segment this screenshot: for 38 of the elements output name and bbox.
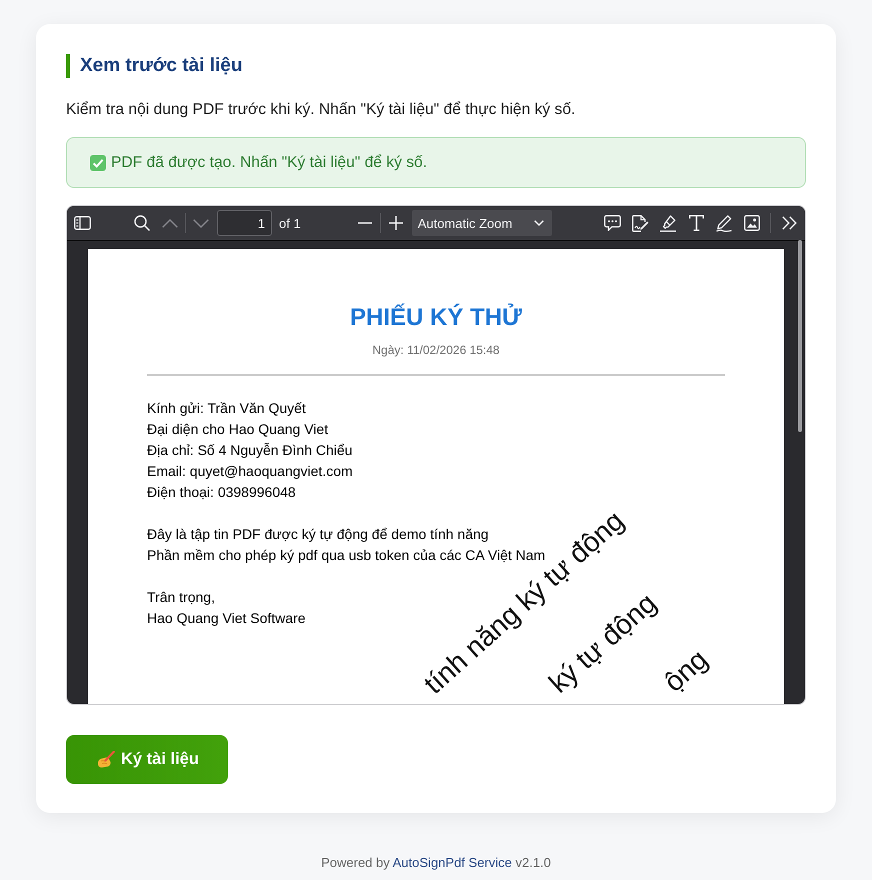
pencil-icon — [716, 214, 732, 232]
footer-link[interactable]: AutoSignPdf Service — [392, 855, 512, 870]
page-count: of 1 — [279, 216, 301, 230]
panel-icon — [74, 216, 90, 230]
chevron-up-icon — [162, 218, 178, 228]
document-text-line: Điện thoại: 0398996048 — [147, 483, 296, 502]
document-text-line: Đây là tập tin PDF được ký tự động để demo tính năng — [147, 525, 489, 544]
letter-t-icon — [688, 215, 704, 231]
alert-message: PDF đã được tạo. Nhấn "Ký tài liệu" để ký số. — [111, 154, 428, 172]
caret-down-icon — [534, 220, 544, 226]
document-text-line: Trân trọng, — [147, 588, 215, 607]
watermark-text: ộng — [659, 644, 713, 697]
instruction-text: Kiểm tra nội dung PDF trước khi ký. Nhấn "Ký tài liệu" để thực hiện ký số. — [66, 100, 576, 120]
scrollbar-thumb[interactable] — [798, 240, 802, 432]
search-icon — [134, 215, 150, 231]
chevron-down-icon — [193, 218, 209, 228]
double-chevron-icon — [782, 216, 796, 230]
document-text-line: Phần mềm cho phép ký pdf qua usb token của các CA Việt Nam — [147, 546, 546, 563]
document-text-line: Hao Quang Viet Software — [147, 609, 306, 628]
document-date: Ngày: 11/02/2026 15:48 — [372, 342, 500, 358]
marker-icon — [660, 214, 676, 232]
document-text-line: Email: quyet@haoquangviet.com — [147, 462, 353, 481]
document-title: PHIẾU KÝ THỬ — [350, 304, 522, 332]
section-title: Xem trước tài liệu — [66, 54, 242, 78]
speech-bubble-icon — [604, 215, 620, 231]
plus-icon — [388, 216, 403, 230]
minus-icon — [358, 222, 372, 224]
document-pen-icon — [632, 214, 648, 232]
sign-document-button[interactable]: Ký tài liệu — [66, 735, 228, 784]
footer-text: Powered by AutoSignPdf Service v2.1.0 — [321, 855, 551, 870]
picture-icon — [744, 215, 760, 231]
document-text-line: Địa chỉ: Số 4 Nguyễn Đình Chiểu — [147, 441, 352, 460]
document-text-line: Kính gửi: Trần Văn Quyết — [147, 399, 306, 418]
document-text-line: Đại diện cho Hao Quang Viet — [147, 420, 328, 439]
zoom-select[interactable]: Automatic Zoom — [412, 210, 552, 236]
page-number-input[interactable]: 1 — [217, 210, 272, 236]
writing-hand-icon — [97, 751, 115, 768]
check-mark-icon — [90, 154, 106, 170]
